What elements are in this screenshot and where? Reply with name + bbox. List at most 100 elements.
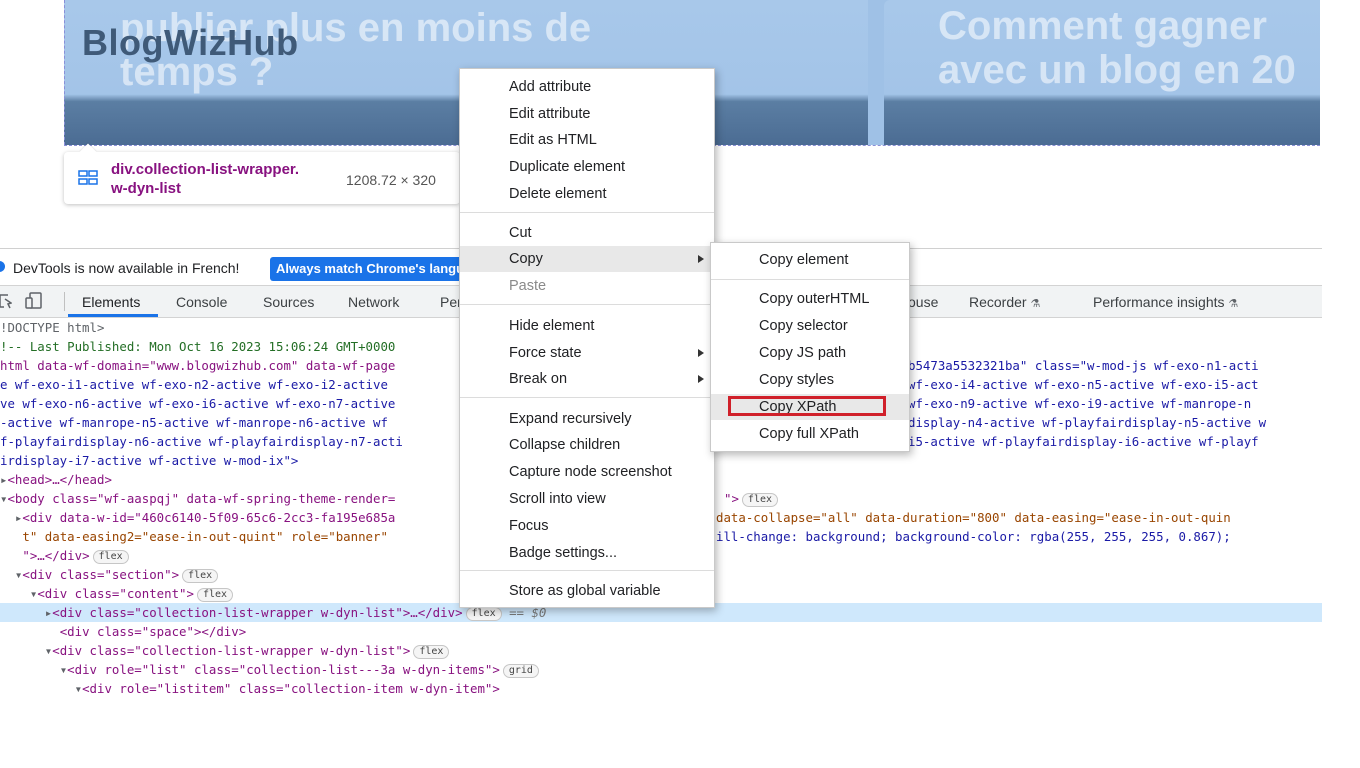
menu-copy-js-path[interactable]: Copy JS path [711,340,909,366]
submenu-arrow-icon [698,375,704,383]
class-text: f-playfairdisplay-n6-active wf-playfaird… [0,434,403,449]
html-tag-text: html data-wf-domain="www.blogwizhub.com"… [0,358,396,373]
html-tag-text-right: b5473a5532321ba" class="w-mod-js wf-exo-… [908,358,1259,373]
submenu-arrow-icon [698,255,704,263]
flex-badge[interactable]: flex [182,569,219,583]
content-tag-text: <div class="content"> [37,586,194,601]
class-text: ve wf-exo-n6-active wf-exo-i6-active wf-… [0,396,396,411]
tab-lighthouse[interactable]: ouse [908,294,938,310]
menu-separator [460,212,714,213]
class-text-right: i5-active wf-playfairdisplay-i6-active w… [908,434,1259,449]
menu-separator [711,279,909,280]
flex-badge[interactable]: flex [741,493,779,507]
tab-performance-insights[interactable]: Performance insights ⚗ [1093,294,1238,310]
tab-console[interactable]: Console [176,294,227,310]
card-title-2-line-1: Comment gagner [938,4,1267,48]
menu-edit-as-html[interactable]: Edit as HTML [460,127,714,153]
tooltip-element-name-line-2: w-dyn-list [111,180,181,197]
navbar-tag-text-right: data-collapse="all" data-duration="800" … [716,510,1231,525]
navbar-style-text: ill-change: background; background-color… [716,529,1231,544]
menu-copy-outerhtml[interactable]: Copy outerHTML [711,286,909,312]
navbar-attrs-text: t" data-easing2="ease-in-out-quint" role… [22,529,388,544]
flex-badge[interactable]: flex [465,607,502,621]
menu-hide-element[interactable]: Hide element [460,313,714,339]
tooltip-element-name: div.collection-list-wrapper. w-dyn-list [111,160,299,198]
selected-wrapper-tag-text: <div class="collection-list-wrapper w-dy… [52,605,463,620]
flex-badge[interactable]: flex [92,550,129,564]
menu-duplicate-element[interactable]: Duplicate element [460,154,714,180]
flask-icon: ⚗ [1228,298,1239,310]
flask-icon: ⚗ [1030,298,1041,310]
tab-network[interactable]: Network [348,294,399,310]
inspect-tooltip: div.collection-list-wrapper. w-dyn-list … [64,143,460,204]
grid-badge[interactable]: grid [502,664,539,678]
menu-copy[interactable]: Copy [460,246,714,272]
menu-copy-full-xpath[interactable]: Copy full XPath [711,421,909,447]
site-logo[interactable]: BlogWizHub [82,22,299,64]
tab-recorder[interactable]: Recorder ⚗ [969,294,1040,310]
menu-scroll-into-view[interactable]: Scroll into view [460,486,714,512]
dom-node-list[interactable]: ▾<div role="list" class="collection-list… [0,660,1322,679]
menu-delete-element[interactable]: Delete element [460,181,714,207]
copy-submenu: Copy element Copy outerHTML Copy selecto… [710,242,910,452]
always-match-language-button[interactable]: Always match Chrome's language [270,257,476,281]
tab-recorder-label: Recorder [969,294,1027,310]
menu-break-on[interactable]: Break on [460,366,714,392]
tooltip-element-size: 1208.72 × 320 [346,172,436,188]
tab-separator [64,292,65,311]
tab-performance-insights-label: Performance insights [1093,294,1225,310]
menu-store-as-global-variable[interactable]: Store as global variable [460,578,714,604]
language-notice-text: DevTools is now available in French! [13,260,240,276]
menu-separator [460,570,714,571]
device-toolbar-icon[interactable] [24,292,44,310]
menu-paste: Paste [509,278,547,294]
menu-break-on-label: Break on [509,371,568,387]
menu-force-state[interactable]: Force state [460,340,714,366]
doctype-text: !DOCTYPE html> [0,320,105,335]
menu-copy-label: Copy [509,251,543,267]
tooltip-element-name-line-1: div.collection-list-wrapper. [111,161,300,178]
class-text-right: wf-exo-i4-active wf-exo-n5-active wf-exo… [908,377,1259,392]
head-tag-text: <head>…</head> [7,472,112,487]
flex-badge[interactable]: flex [196,588,234,602]
menu-copy-element[interactable]: Copy element [711,247,909,273]
menu-expand-recursively[interactable]: Expand recursively [460,406,714,432]
annotation-highlight-box [728,396,886,416]
class-text-right: display-n4-active wf-playfairdisplay-n5-… [908,415,1267,430]
dom-node-space[interactable]: <div class="space"></div> [0,622,1322,641]
class-text: -active wf-manrope-n5-active wf-manrope-… [0,415,388,430]
highlight-gap [868,0,884,145]
menu-edit-attribute[interactable]: Edit attribute [460,101,714,127]
class-text: irdisplay-i7-active wf-active w-mod-ix"> [0,453,299,468]
class-text: e wf-exo-i1-active wf-exo-n2-active wf-e… [0,377,388,392]
menu-badge-settings[interactable]: Badge settings... [460,540,714,566]
comment-text: !-- Last Published: Mon Oct 16 2023 15:0… [0,339,396,354]
card-title-2: Comment gagner avec un blog en 20 [938,4,1296,92]
inspect-element-icon[interactable] [0,292,12,310]
menu-cut[interactable]: Cut [460,220,714,246]
card-title-2-line-2: avec un blog en 20 [938,48,1296,92]
element-context-menu: Add attribute Edit attribute Edit as HTM… [459,68,715,608]
menu-capture-node-screenshot[interactable]: Capture node screenshot [460,459,714,485]
dom-node-listitem[interactable]: ▾<div role="listitem" class="collection-… [0,679,1322,696]
menu-copy-styles[interactable]: Copy styles [711,367,909,393]
tab-sources[interactable]: Sources [263,294,314,310]
section-tag-text: <div class="section"> [22,567,180,582]
tooltip-arrow [79,143,97,161]
menu-force-state-label: Force state [509,345,582,361]
list-tag-text: <div role="list" class="collection-list-… [67,662,500,677]
listitem-tag-text: <div role="listitem" class="collection-i… [82,681,500,696]
tab-elements[interactable]: Elements [82,294,140,310]
flex-badge[interactable]: flex [413,645,450,659]
body-tag-text: <body class="wf-aaspqj" data-wf-spring-t… [7,491,396,506]
menu-add-attribute[interactable]: Add attribute [460,74,714,100]
menu-collapse-children[interactable]: Collapse children [460,432,714,458]
space-tag-text: <div class="space"></div> [59,624,247,639]
menu-separator [460,397,714,398]
menu-focus[interactable]: Focus [460,513,714,539]
menu-copy-selector[interactable]: Copy selector [711,313,909,339]
dom-node-wrapper-2[interactable]: ▾<div class="collection-list-wrapper w-d… [0,641,1322,660]
info-icon [0,261,5,272]
highlight-guide-left [64,0,65,145]
menu-separator [460,304,714,305]
